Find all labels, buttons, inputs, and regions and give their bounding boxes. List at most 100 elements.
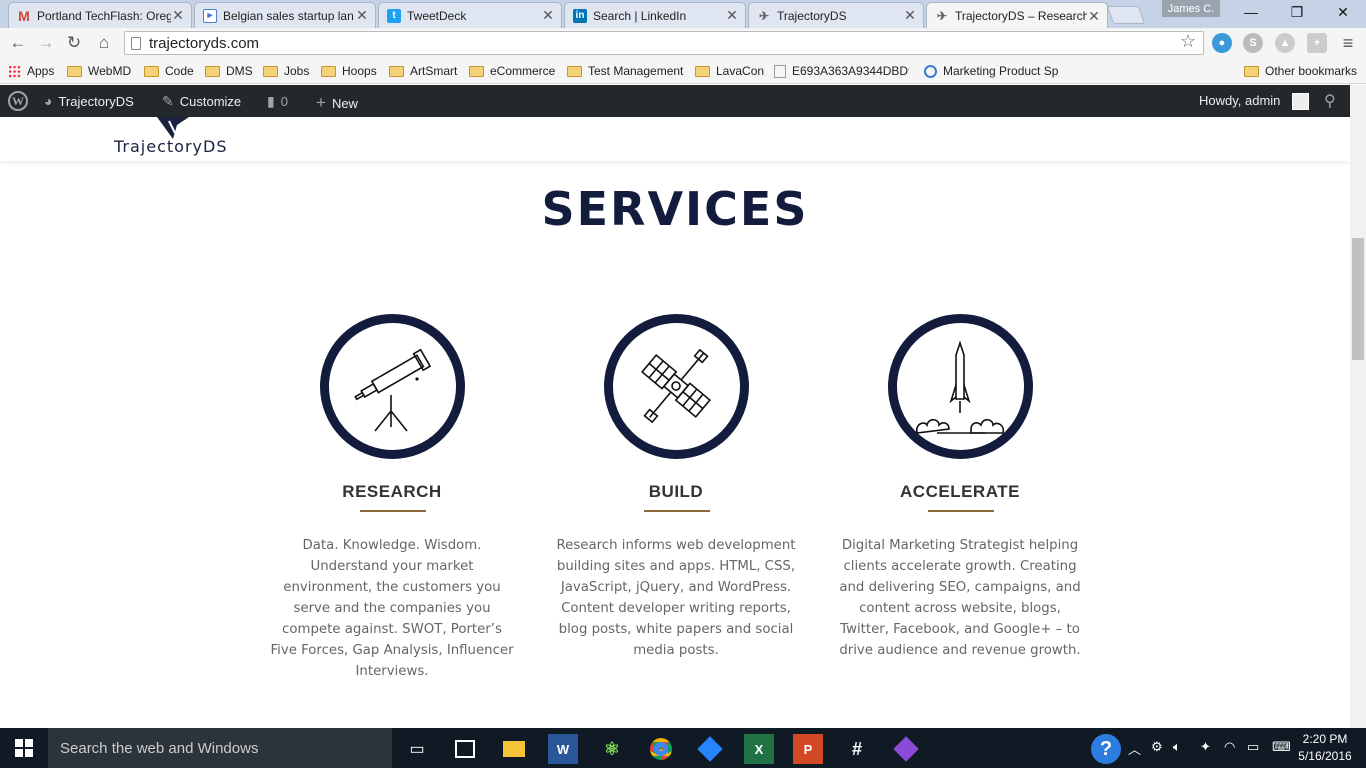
linkedin-icon: in	[573, 8, 587, 23]
bookmark-other[interactable]: Other bookmarks	[1244, 63, 1357, 79]
rocket-icon	[915, 340, 1005, 434]
slack-icon[interactable]: #	[842, 734, 872, 764]
forward-button[interactable]: →	[36, 33, 56, 53]
sourcetree-icon[interactable]	[695, 734, 725, 764]
tab-portland-techflash[interactable]: M Portland TechFlash: Oreg ✕	[8, 2, 192, 28]
bookmark-ecommerce[interactable]: eCommerce	[469, 63, 555, 79]
admin-customize-link[interactable]: ✎ Customize	[162, 93, 241, 110]
service-description: Research informs web development buildin…	[556, 538, 796, 658]
new-tab-button[interactable]	[1106, 6, 1146, 24]
notifications-icon[interactable]: ▭	[1247, 739, 1259, 755]
clock-date: 5/16/2016	[1298, 749, 1352, 763]
service-icon-circle	[888, 314, 1033, 459]
chrome-icon[interactable]	[646, 734, 676, 764]
folder-icon	[205, 65, 220, 77]
plus-icon: +	[316, 93, 326, 112]
service-title: RESEARCH	[342, 482, 442, 501]
folder-icon	[321, 65, 336, 77]
drive-icon[interactable]: ▲	[1275, 33, 1295, 53]
search-icon[interactable]: ⚲	[1324, 91, 1336, 111]
reload-button[interactable]: ↻	[64, 33, 84, 53]
admin-new-link[interactable]: + New	[316, 93, 358, 113]
address-bar[interactable]: trajectoryds.com	[124, 31, 1204, 55]
close-window-button[interactable]: ✕	[1320, 0, 1366, 24]
start-button[interactable]	[0, 728, 48, 768]
bookmark-test-management[interactable]: Test Management	[567, 63, 683, 79]
word-icon[interactable]: W	[548, 734, 578, 764]
admin-account-link[interactable]: Howdy, admin	[1199, 93, 1280, 108]
bookmark-hoops[interactable]: Hoops	[321, 63, 377, 79]
atom-icon[interactable]: ⚛	[597, 734, 627, 764]
gmail-icon: M	[18, 7, 30, 24]
excel-icon[interactable]: X	[744, 734, 774, 764]
help-icon[interactable]: ?	[1091, 734, 1121, 764]
bookmark-e693[interactable]: E693A363A9344DBD9	[774, 63, 909, 79]
trajectory-icon: ✈	[758, 8, 770, 23]
bookmark-jobs[interactable]: Jobs	[263, 63, 309, 79]
folder-icon	[567, 65, 582, 77]
git-icon[interactable]	[891, 734, 921, 764]
bookmark-lavacon[interactable]: LavaCon	[695, 63, 764, 79]
chevron-up-icon[interactable]: ︿	[1128, 739, 1141, 758]
service-title: ACCELERATE	[900, 482, 1020, 501]
close-icon[interactable]: ✕	[355, 7, 369, 24]
home-button[interactable]: ⌂	[94, 33, 114, 53]
tab-trajectoryds-research[interactable]: ✈ TrajectoryDS – Research ✕	[926, 2, 1108, 29]
minimize-button[interactable]: —	[1228, 0, 1274, 24]
powerpoint-icon[interactable]: P	[793, 734, 823, 764]
lightbulb-icon	[924, 64, 937, 78]
bookmark-webmd[interactable]: WebMD	[67, 63, 131, 79]
bookmark-marketing-product[interactable]: Marketing Product Sp	[924, 63, 1060, 79]
logo-mark-icon[interactable]	[155, 117, 191, 139]
divider	[644, 510, 710, 512]
trajectory-icon: ✈	[936, 9, 948, 23]
profile-button[interactable]: James C.	[1162, 0, 1220, 17]
service-description: Data. Knowledge. Wisdom. Understand your…	[270, 538, 514, 679]
wordpress-logo-icon[interactable]: W	[8, 91, 28, 111]
dropbox-icon[interactable]: ✦	[1200, 739, 1211, 755]
page-icon: ▸	[203, 8, 217, 23]
comment-icon: ▮	[267, 93, 275, 109]
bookmark-artsmart[interactable]: ArtSmart	[389, 63, 457, 79]
bookmark-apps[interactable]: Apps	[8, 63, 54, 79]
menu-icon[interactable]: ≡	[1338, 33, 1358, 53]
file-explorer-icon[interactable]	[499, 734, 529, 764]
tab-linkedin[interactable]: in Search | LinkedIn ✕	[564, 2, 746, 28]
bookmark-dms[interactable]: DMS	[205, 63, 253, 79]
extension-icon[interactable]: +	[1307, 33, 1327, 53]
site-logo-text[interactable]: TrajectoryDS	[114, 137, 227, 156]
taskbar-clock[interactable]: 2:20 PM 5/16/2016	[1296, 731, 1354, 765]
close-icon[interactable]: ✕	[1087, 8, 1101, 25]
tab-belgian-sales[interactable]: ▸ Belgian sales startup lan ✕	[194, 2, 376, 28]
close-icon[interactable]: ✕	[725, 7, 739, 24]
scrollbar-thumb[interactable]	[1352, 238, 1364, 360]
settings-icon[interactable]: ⚙	[1151, 739, 1163, 755]
wifi-icon[interactable]: ◠	[1224, 739, 1235, 755]
folder-icon	[469, 65, 484, 77]
ghostery-icon[interactable]: ●	[1212, 33, 1232, 53]
taskbar-search-input[interactable]: Search the web and Windows	[48, 728, 392, 768]
folder-icon	[695, 65, 710, 77]
close-icon[interactable]: ✕	[171, 7, 185, 24]
skype-icon[interactable]: S	[1243, 33, 1263, 53]
admin-site-link[interactable]: ◕ TrajectoryDS	[44, 93, 134, 109]
page-icon	[774, 64, 786, 78]
tab-trajectoryds[interactable]: ✈ TrajectoryDS ✕	[748, 2, 924, 28]
avatar[interactable]	[1292, 93, 1309, 110]
maximize-button[interactable]: ❐	[1274, 0, 1320, 24]
service-icon-circle	[604, 314, 749, 459]
keyboard-icon[interactable]: ⌨	[1272, 739, 1291, 755]
bookmark-star-icon[interactable]: ☆	[1180, 31, 1196, 52]
close-icon[interactable]: ✕	[903, 7, 917, 24]
brush-icon: ✎	[162, 93, 174, 109]
volume-icon[interactable]: 🔈︎	[1173, 739, 1181, 755]
back-button[interactable]: ←	[8, 33, 28, 53]
bookmark-code[interactable]: Code	[144, 63, 194, 79]
scrollbar[interactable]	[1350, 85, 1366, 728]
admin-comments-link[interactable]: ▮ 0	[267, 93, 288, 110]
close-icon[interactable]: ✕	[541, 7, 555, 24]
tab-tweetdeck[interactable]: t TweetDeck ✕	[378, 2, 562, 28]
task-view-icon[interactable]: ▭	[402, 734, 432, 764]
store-icon[interactable]	[450, 734, 480, 764]
telescope-icon	[354, 348, 432, 432]
